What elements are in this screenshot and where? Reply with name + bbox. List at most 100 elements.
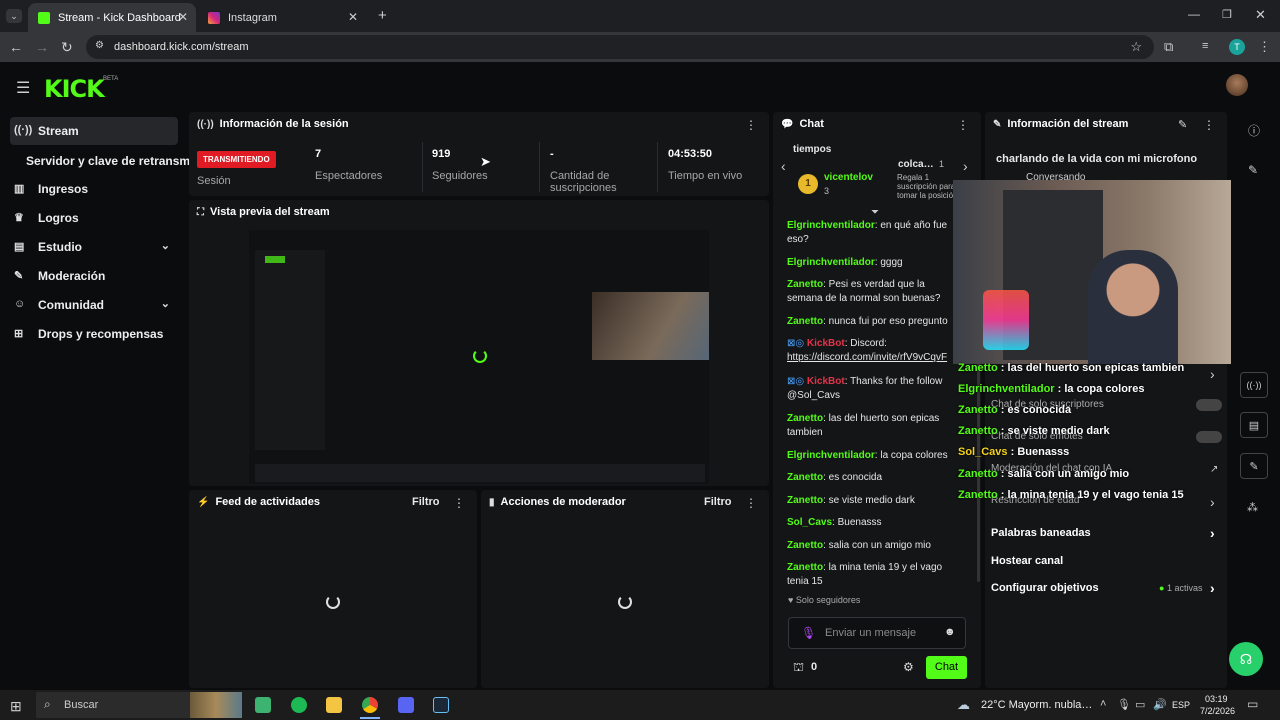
sidebar-item-moderacion[interactable]: ✎ Moderación (10, 262, 178, 290)
info-icon[interactable]: ⓘ (1248, 122, 1260, 139)
forward-icon[interactable]: → (35, 39, 49, 55)
close-window-icon[interactable]: ✕ (1255, 7, 1266, 23)
nodes-icon[interactable]: ⁂ (1247, 501, 1258, 514)
spotify-icon[interactable] (291, 697, 307, 713)
more-options-icon[interactable]: ⋮ (745, 118, 757, 132)
sidebar-item-server-key[interactable]: Servidor y clave de retransm (10, 147, 190, 175)
chevron-right-icon[interactable]: › (1210, 494, 1215, 510)
stat-status: TRANSMITIENDO Sesión (197, 151, 276, 187)
chrome-icon[interactable] (362, 697, 378, 713)
microphone-tray-icon[interactable]: 🎙 (1117, 698, 1131, 711)
close-tab-icon[interactable]: ✕ (178, 10, 188, 24)
tab-search-icon[interactable]: ⌄ (6, 9, 22, 23)
panel-title-text: Vista previa del stream (210, 206, 330, 218)
panel-title-text: Información de la sesión (219, 118, 349, 130)
chat-text: Discord: (850, 338, 887, 349)
points-icon[interactable]: ⛫ (793, 660, 804, 676)
sidebar-item-stream[interactable]: ((·)) Stream (10, 117, 178, 145)
broadcast-tool-icon[interactable]: ((·)) (1240, 372, 1268, 398)
more-options-icon[interactable]: ⋮ (957, 118, 969, 132)
emoji-icon[interactable]: ☻ (944, 626, 956, 638)
bookmark-star-icon[interactable]: ☆ (1130, 39, 1142, 55)
steam-icon[interactable] (433, 697, 449, 713)
chevron-right-icon[interactable]: › (963, 158, 968, 174)
send-chat-button[interactable]: Chat (926, 656, 967, 679)
mouse-cursor-icon: ➤ (480, 154, 491, 169)
tab-instagram[interactable]: Instagram ✕ (198, 3, 366, 32)
broadcast-icon: ((·)) (197, 118, 214, 130)
close-tab-icon[interactable]: ✕ (348, 10, 358, 24)
taskbar-app-icon[interactable] (255, 697, 271, 713)
settings-row-goals[interactable]: Configurar objetivos ● 1 activas › (991, 580, 1221, 596)
sidebar-item-label: Comunidad (38, 298, 104, 312)
site-info-icon[interactable]: ⚙ (95, 40, 104, 51)
sidebar-item-ingresos[interactable]: ▥ Ingresos (10, 175, 178, 203)
weather-text[interactable]: 22°C Mayorm. nubla… (981, 699, 1092, 711)
taskbar-search[interactable]: ⌕ Buscar (36, 692, 242, 718)
media-icon[interactable]: ≡ (1202, 40, 1208, 52)
edit-pencil-icon[interactable]: ✎ (1178, 118, 1187, 131)
filter-funnel-icon[interactable]: ⏷ (871, 207, 879, 218)
chat-username: Elgrinchventilador (787, 450, 875, 461)
chevron-down-icon[interactable]: ⌄ (161, 297, 170, 310)
chat-message: Elgrinchventilador: gggg (787, 257, 903, 268)
windows-start-icon[interactable]: ⊞ (10, 698, 22, 715)
layout-tool-icon[interactable]: ▤ (1240, 412, 1268, 438)
chevron-left-icon[interactable]: ‹ (781, 158, 786, 174)
notifications-icon[interactable]: ▭ (1247, 697, 1258, 711)
minimize-icon[interactable]: — (1188, 7, 1200, 21)
hamburger-menu-icon[interactable]: ☰ (16, 78, 30, 98)
tab-kick-dashboard[interactable]: Stream - Kick Dashboard ✕ (28, 3, 196, 32)
clock-time[interactable]: 03:19 (1205, 694, 1228, 704)
filter-button[interactable]: Filtro (412, 496, 440, 508)
sidebar-item-logros[interactable]: ♛ Logros (10, 204, 178, 232)
overlay-text: Buenasss (1017, 446, 1070, 458)
volume-icon[interactable]: 🔊 (1153, 698, 1167, 711)
browser-menu-icon[interactable]: ⋮ (1258, 39, 1271, 55)
stat-label: Cantidad de suscripciones (550, 170, 617, 194)
chevron-right-icon[interactable]: › (1210, 366, 1215, 382)
external-link-icon[interactable]: ↗ (1210, 464, 1218, 475)
kick-logo[interactable]: KICK (44, 75, 105, 103)
chat-input[interactable]: 🎙 Enviar un mensaje ☻ (788, 617, 966, 649)
overlay-chat-line: Elgrinchventilador : la copa colores (958, 383, 1145, 395)
sidebar-item-drops[interactable]: ⊞ Drops y recompensas (10, 320, 178, 348)
microphone-icon[interactable]: 🎙 (801, 626, 816, 640)
address-bar[interactable]: ⚙ dashboard.kick.com/stream ☆ (86, 35, 1154, 59)
support-chat-button[interactable]: ☊ (1229, 642, 1263, 676)
chevron-down-icon[interactable]: ⌄ (161, 239, 170, 252)
overlay-chat-line: Zanetto : salia con un amigo mio (958, 468, 1130, 480)
settings-row-banned-words[interactable]: Palabras baneadas › (991, 525, 1221, 541)
extensions-icon[interactable]: ⧉ (1164, 39, 1173, 55)
chat-username: Zanetto (787, 562, 824, 573)
wrench-tool-icon[interactable]: ✎ (1240, 453, 1268, 479)
chat-text: gggg (880, 257, 903, 268)
profile-avatar[interactable]: T (1229, 39, 1245, 55)
user-avatar[interactable] (1226, 74, 1248, 96)
settings-gear-icon[interactable]: ⚙ (903, 660, 914, 674)
pencil-icon[interactable]: ✎ (1248, 163, 1258, 177)
filter-button[interactable]: Filtro (704, 496, 732, 508)
settings-row-host[interactable]: Hostear canal (991, 555, 1221, 567)
maximize-icon[interactable]: ❐ (1222, 8, 1232, 21)
tray-chevron-up-icon[interactable]: ˄ (1100, 698, 1106, 710)
loading-spinner (473, 349, 487, 363)
more-options-icon[interactable]: ⋮ (453, 496, 465, 510)
chat-message: Elgrinchventilador: la copa colores (787, 450, 948, 461)
chevron-right-icon: › (1210, 525, 1215, 541)
sidebar-item-estudio[interactable]: ▤ Estudio ⌄ (10, 233, 178, 261)
language-indicator[interactable]: ESP (1172, 700, 1190, 710)
more-options-icon[interactable]: ⋮ (745, 496, 757, 510)
reload-icon[interactable]: ↻ (61, 39, 73, 56)
back-icon[interactable]: ← (9, 39, 23, 55)
chat-link[interactable]: https://discord.com/invite/rfV9vCqvF (787, 352, 947, 363)
sidebar-item-comunidad[interactable]: ☺ Comunidad ⌄ (10, 291, 178, 319)
file-explorer-icon[interactable] (326, 697, 342, 713)
display-tray-icon[interactable]: ▭ (1135, 698, 1145, 711)
clock-date[interactable]: 7/2/2026 (1200, 706, 1235, 716)
toggle-switch[interactable] (1196, 431, 1222, 443)
discord-icon[interactable] (398, 697, 414, 713)
more-options-icon[interactable]: ⋮ (1203, 118, 1215, 132)
new-tab-icon[interactable]: + (378, 7, 387, 24)
toggle-switch[interactable] (1196, 399, 1222, 411)
